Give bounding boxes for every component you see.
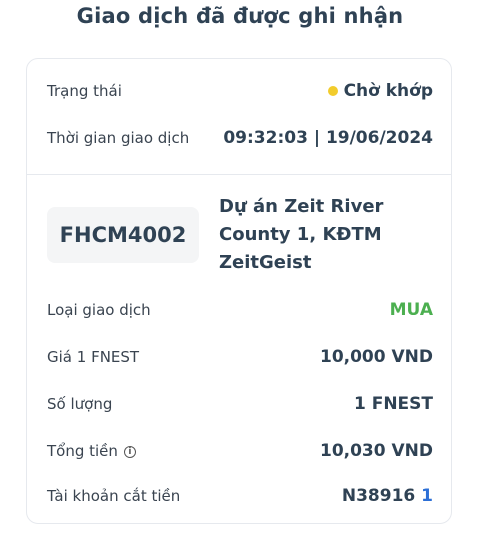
account-value: N38916 1 — [342, 486, 433, 506]
quantity-value: 1 FNEST — [353, 394, 433, 414]
type-value: MUA — [389, 300, 433, 320]
transaction-card: Trạng thái Chờ khớp Thời gian giao dịch … — [26, 58, 452, 524]
account-suffix: 1 — [421, 486, 433, 506]
page-title: Giao dịch đã được ghi nhận — [76, 4, 404, 28]
time-row: Thời gian giao dịch 09:32:03 | 19/06/202… — [47, 123, 433, 153]
quantity-label: Số lượng — [47, 395, 113, 413]
time-label: Thời gian giao dịch — [47, 129, 190, 147]
quantity-row: Số lượng 1 FNEST — [47, 389, 433, 419]
type-row: Loại giao dịch MUA — [47, 295, 433, 325]
type-label: Loại giao dịch — [47, 301, 151, 319]
divider — [27, 174, 451, 175]
asset-name: Dự án Zeit River County 1, KĐTM ZeitGeis… — [219, 193, 419, 277]
total-label: Tổng tiền — [47, 442, 118, 460]
price-row: Giá 1 FNEST 10,000 VND — [47, 342, 433, 372]
account-number: N38916 — [341, 486, 416, 506]
price-label: Giá 1 FNEST — [47, 348, 140, 366]
time-value: 09:32:03 | 19/06/2024 — [223, 128, 433, 148]
price-value: 10,000 VND — [319, 347, 433, 367]
status-label: Trạng thái — [47, 82, 122, 100]
status-badge: Chờ khớp — [327, 81, 433, 101]
account-row: Tài khoản cắt tiền N38916 1 — [47, 481, 433, 511]
asset-name-line: County 1, KĐTM — [219, 224, 382, 245]
status-row: Trạng thái Chờ khớp — [47, 76, 433, 106]
asset-name-line: ZeitGeist — [219, 252, 312, 273]
status-dot-icon — [327, 86, 338, 96]
total-value: 10,030 VND — [319, 441, 433, 461]
asset-code: FHCM4002 — [47, 207, 199, 263]
total-label-group: Tổng tiền i — [47, 442, 136, 460]
status-value: Chờ khớp — [343, 81, 433, 101]
account-label: Tài khoản cắt tiền — [47, 487, 181, 505]
asset-name-line: Dự án Zeit River — [219, 196, 384, 217]
info-icon[interactable]: i — [123, 445, 136, 458]
total-row: Tổng tiền i 10,030 VND — [47, 436, 433, 466]
